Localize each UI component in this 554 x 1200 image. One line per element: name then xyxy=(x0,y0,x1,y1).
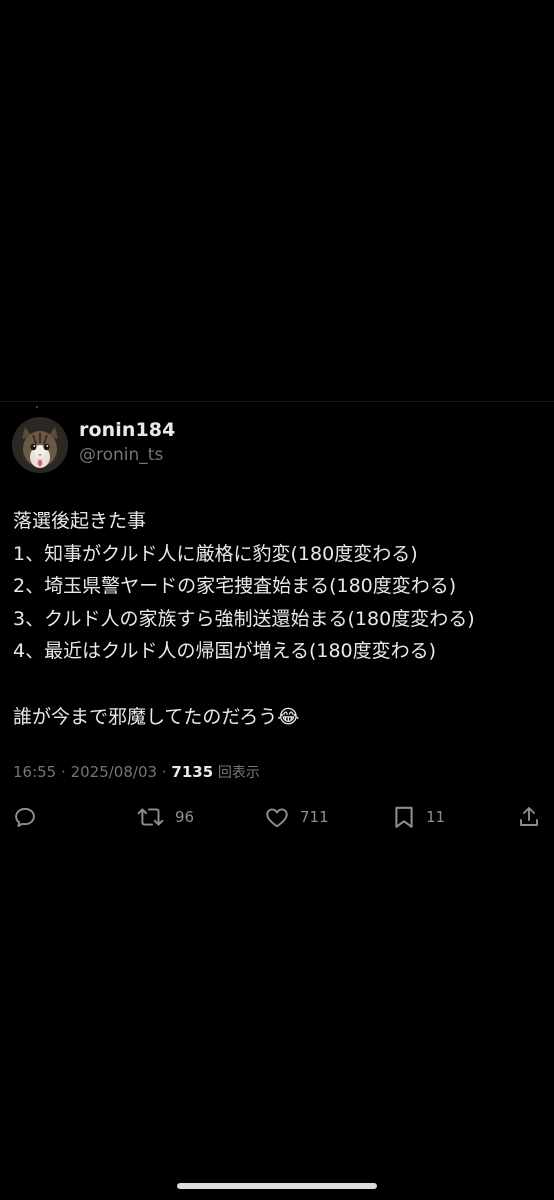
tweet-meta: 16:55 · 2025/08/03 · 7135 回表示 xyxy=(13,762,260,782)
bookmark-button[interactable]: 11 xyxy=(392,800,445,834)
share-icon xyxy=(520,807,538,826)
like-button[interactable]: 711 xyxy=(264,800,329,834)
tweet-time[interactable]: 16:55 xyxy=(13,763,56,781)
action-bar: 96 711 11 xyxy=(0,800,554,834)
cat-avatar-image xyxy=(12,417,68,473)
tweet-header: ronin184 @ronin_ts xyxy=(12,415,542,475)
reply-icon xyxy=(15,807,35,827)
like-count: 711 xyxy=(300,808,329,826)
reply-button[interactable] xyxy=(12,800,38,834)
avatar[interactable] xyxy=(12,417,68,473)
tweet-body: 落選後起きた事 1、知事がクルド人に厳格に豹変(180度変わる) 2、埼玉県警ヤ… xyxy=(13,505,543,733)
share-button[interactable] xyxy=(517,800,541,834)
tweet-date[interactable]: 2025/08/03 xyxy=(71,763,157,781)
top-divider xyxy=(0,401,554,402)
views-count[interactable]: 7135 xyxy=(171,763,213,781)
tweet-line: 落選後起きた事 xyxy=(13,510,147,532)
tweet-line: 4、最近はクルド人の帰国が増える(180度変わる) xyxy=(13,640,437,663)
bookmark-count: 11 xyxy=(426,808,446,826)
retweet-button[interactable]: 96 xyxy=(137,800,194,834)
views-label: 回表示 xyxy=(217,765,260,781)
retweet-icon xyxy=(137,808,164,826)
indicator-dot xyxy=(36,406,38,408)
user-handle[interactable]: @ronin_ts xyxy=(79,445,163,465)
tweet-line: 誰が今まで邪魔してたのだろう😂 xyxy=(13,705,300,728)
tweet-line: 3、クルド人の家族すら強制送還始まる(180度変わる) xyxy=(13,607,475,630)
display-name[interactable]: ronin184 xyxy=(79,419,175,441)
meta-separator: · xyxy=(161,763,167,781)
tweet-line: 1、知事がクルド人に厳格に豹変(180度変わる) xyxy=(13,542,418,565)
bookmark-icon xyxy=(395,806,413,828)
retweet-count: 96 xyxy=(175,808,195,826)
home-indicator[interactable] xyxy=(177,1183,377,1189)
tweet-line: 2、埼玉県警ヤードの家宅捜査始まる(180度変わる) xyxy=(13,575,457,598)
heart-icon xyxy=(266,808,288,828)
meta-separator: · xyxy=(61,763,66,781)
